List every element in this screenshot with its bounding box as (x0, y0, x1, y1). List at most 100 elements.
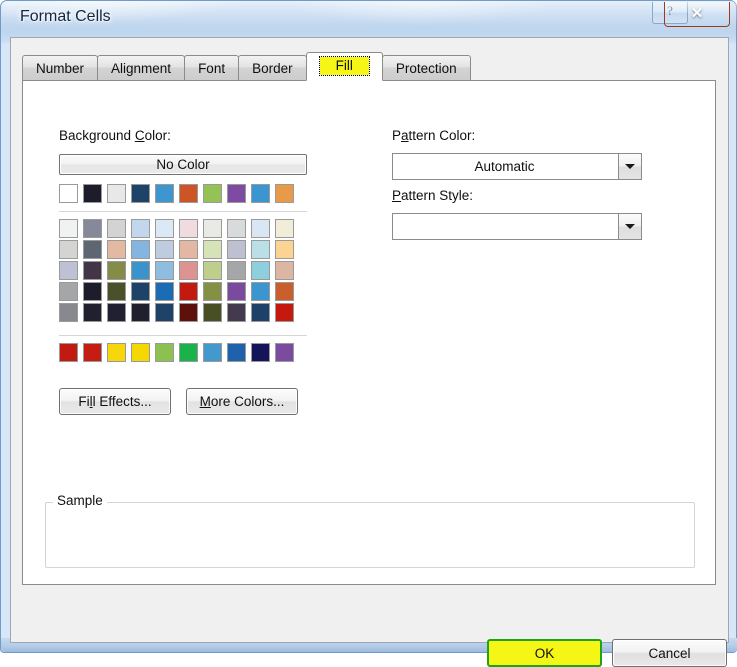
theme-shade-swatch[interactable] (227, 303, 246, 322)
theme-shade-swatch[interactable] (179, 261, 198, 280)
theme-color-row (59, 184, 294, 203)
theme-shade-swatch[interactable] (251, 240, 270, 259)
close-button[interactable]: ✕ (664, 2, 730, 27)
theme-color-swatch[interactable] (83, 184, 102, 203)
theme-shade-swatch[interactable] (179, 240, 198, 259)
theme-shade-swatch[interactable] (131, 261, 150, 280)
theme-shade-swatch[interactable] (203, 240, 222, 259)
standard-color-swatch[interactable] (227, 343, 246, 362)
theme-shade-swatch[interactable] (107, 261, 126, 280)
theme-shade-swatch[interactable] (131, 303, 150, 322)
theme-shade-swatch[interactable] (83, 261, 102, 280)
theme-color-swatch[interactable] (131, 184, 150, 203)
theme-shade-row (59, 303, 294, 322)
theme-color-swatch[interactable] (155, 184, 174, 203)
theme-colors-row (59, 184, 294, 203)
theme-shade-swatch[interactable] (203, 261, 222, 280)
theme-shade-swatch[interactable] (275, 303, 294, 322)
tab-alignment[interactable]: Alignment (97, 55, 186, 81)
chevron-down-icon[interactable] (618, 154, 641, 179)
standard-color-swatch[interactable] (275, 343, 294, 362)
tab-label: Alignment (111, 60, 172, 76)
chevron-down-icon[interactable] (618, 214, 641, 239)
standard-color-swatch[interactable] (179, 343, 198, 362)
theme-shade-swatch[interactable] (107, 219, 126, 238)
theme-shade-swatch[interactable] (155, 219, 174, 238)
theme-shade-swatch[interactable] (83, 303, 102, 322)
theme-shade-swatch[interactable] (251, 282, 270, 301)
standard-color-swatch[interactable] (131, 343, 150, 362)
theme-shade-swatch[interactable] (179, 219, 198, 238)
theme-shade-swatch[interactable] (155, 303, 174, 322)
theme-shade-swatch[interactable] (131, 282, 150, 301)
theme-color-swatch[interactable] (59, 184, 78, 203)
theme-shade-swatch[interactable] (83, 240, 102, 259)
tab-protection[interactable]: Protection (381, 55, 471, 81)
theme-shade-swatch[interactable] (275, 240, 294, 259)
theme-color-swatch[interactable] (107, 184, 126, 203)
tab-font[interactable]: Font (184, 55, 240, 81)
theme-shade-swatch[interactable] (59, 219, 78, 238)
theme-shade-swatch[interactable] (155, 261, 174, 280)
theme-shade-swatch[interactable] (251, 219, 270, 238)
theme-shade-swatch[interactable] (131, 219, 150, 238)
tab-label: Number (36, 60, 85, 76)
theme-shade-swatch[interactable] (251, 261, 270, 280)
theme-shade-swatch[interactable] (179, 282, 198, 301)
pattern-style-label: Pattern Style: (392, 188, 474, 203)
theme-shade-swatch[interactable] (59, 303, 78, 322)
theme-shade-swatch[interactable] (275, 261, 294, 280)
theme-shade-swatch[interactable] (227, 219, 246, 238)
cancel-button[interactable]: Cancel (612, 639, 727, 667)
tab-number[interactable]: Number (22, 55, 99, 81)
theme-shade-swatch[interactable] (275, 219, 294, 238)
standard-color-swatch[interactable] (203, 343, 222, 362)
standard-color-row (59, 343, 294, 362)
pattern-color-select[interactable]: Automatic (392, 153, 642, 180)
standard-color-swatch[interactable] (251, 343, 270, 362)
ok-button[interactable]: OK (487, 639, 602, 667)
standard-color-swatch[interactable] (107, 343, 126, 362)
theme-shade-swatch[interactable] (107, 240, 126, 259)
pattern-color-label: Pattern Color: (392, 128, 476, 143)
theme-color-swatch[interactable] (251, 184, 270, 203)
theme-shade-swatch[interactable] (83, 282, 102, 301)
theme-shade-swatch[interactable] (227, 261, 246, 280)
theme-color-swatch[interactable] (275, 184, 294, 203)
theme-shade-swatch[interactable] (155, 282, 174, 301)
pattern-style-select[interactable] (392, 213, 642, 240)
more-colors-label: More Colors... (199, 394, 285, 409)
theme-color-swatch[interactable] (203, 184, 222, 203)
standard-color-swatch[interactable] (59, 343, 78, 362)
no-color-button-label: No Color (156, 157, 210, 172)
theme-shade-swatch[interactable] (179, 303, 198, 322)
theme-color-swatch[interactable] (179, 184, 198, 203)
no-color-button[interactable]: No Color (59, 154, 307, 175)
theme-shade-swatch[interactable] (227, 240, 246, 259)
theme-shade-swatch[interactable] (131, 240, 150, 259)
theme-shade-swatch[interactable] (107, 282, 126, 301)
theme-shade-swatch[interactable] (203, 282, 222, 301)
ok-button-label: OK (534, 645, 555, 661)
tab-border[interactable]: Border (238, 55, 307, 81)
theme-color-swatch[interactable] (227, 184, 246, 203)
standard-color-swatch[interactable] (83, 343, 102, 362)
theme-shade-row (59, 240, 294, 259)
tab-fill[interactable]: Fill (305, 52, 383, 81)
theme-shade-swatch[interactable] (83, 219, 102, 238)
theme-shade-swatch[interactable] (107, 303, 126, 322)
more-colors-button[interactable]: More Colors... (186, 388, 298, 415)
theme-shade-swatch[interactable] (275, 282, 294, 301)
theme-shade-swatch[interactable] (227, 282, 246, 301)
theme-shade-swatch[interactable] (203, 219, 222, 238)
theme-shade-swatch[interactable] (59, 282, 78, 301)
fill-effects-button[interactable]: Fill Effects... (59, 388, 171, 415)
theme-shade-swatch[interactable] (203, 303, 222, 322)
standard-color-swatch[interactable] (155, 343, 174, 362)
theme-shade-swatch[interactable] (155, 240, 174, 259)
tab-strip: Number Alignment Font Border Fill Protection (22, 52, 471, 81)
theme-shade-swatch[interactable] (251, 303, 270, 322)
palette-divider-top (59, 211, 307, 212)
theme-shade-swatch[interactable] (59, 240, 78, 259)
theme-shade-swatch[interactable] (59, 261, 78, 280)
